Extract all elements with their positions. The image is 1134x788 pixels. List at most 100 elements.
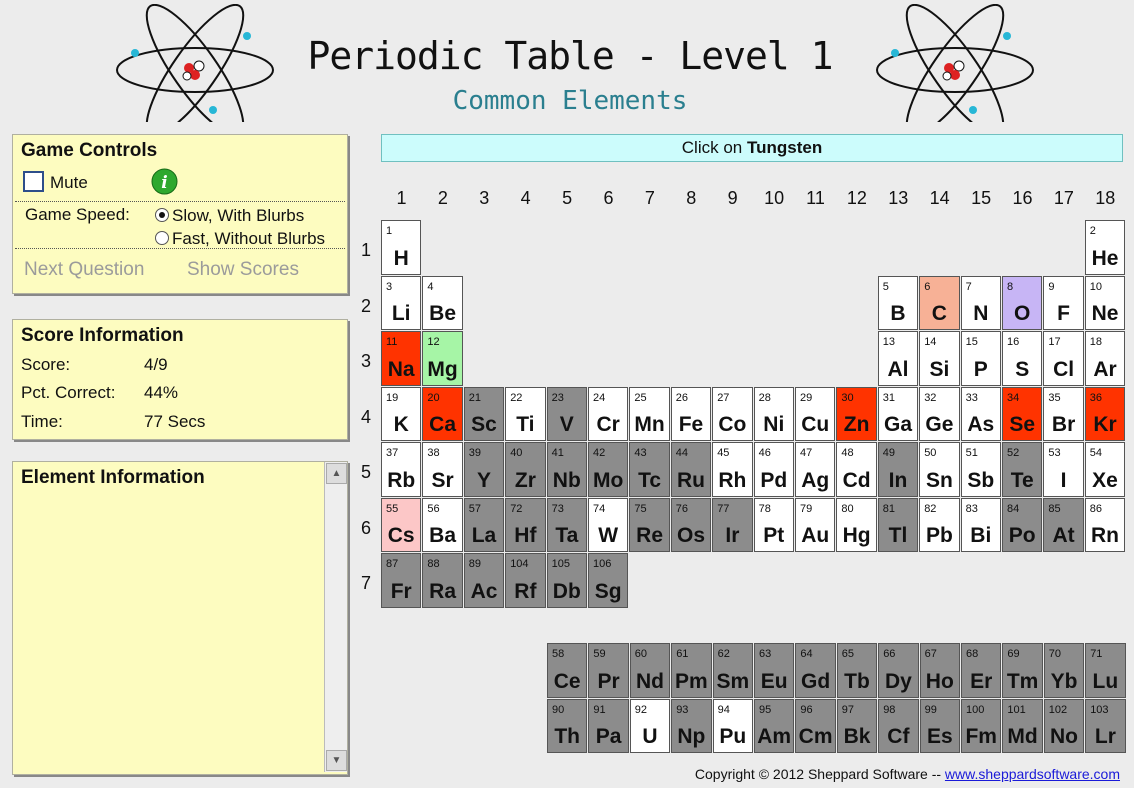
site-link[interactable]: www.sheppardsoftware.com [945,766,1120,782]
element-cell-po[interactable]: 84 Po [1002,497,1043,552]
element-cell-dy[interactable]: 66 Dy [878,643,919,698]
element-cell-ce[interactable]: 58 Ce [547,643,588,698]
element-cell-eu[interactable]: 63 Eu [754,643,795,698]
element-cell-cu[interactable]: 29 Cu [795,386,836,441]
element-cell-si[interactable]: 14 Si [919,331,960,386]
element-cell-cf[interactable]: 98 Cf [878,698,919,753]
element-cell-h[interactable]: 1H [381,220,422,275]
element-cell-pr[interactable]: 59 Pr [588,643,629,698]
scroll-down-icon[interactable]: ▼ [326,750,347,771]
show-scores-button[interactable]: Show Scores [187,259,299,281]
element-cell-ac[interactable]: 89 Ac [463,553,505,608]
element-cell-lr[interactable]: 103 Lr [1085,698,1126,753]
element-cell-be[interactable]: 4 Be [422,275,463,330]
next-question-button[interactable]: Next Question [24,259,144,281]
element-cell-sn[interactable]: 50 Sn [919,442,960,497]
element-cell-hg[interactable]: 80 Hg [836,497,877,552]
element-cell-fr[interactable]: 87 Fr [381,553,422,608]
element-cell-co[interactable]: 27 Co [712,386,753,441]
element-cell-rf[interactable]: 104 Rf [505,553,546,608]
element-cell-sg[interactable]: 106 Sg [588,553,629,608]
element-cell-ba[interactable]: 56 Ba [422,497,463,552]
element-cell-mo[interactable]: 42 Mo [588,442,629,497]
element-cell-ta[interactable]: 73 Ta [546,497,587,552]
element-cell-pu[interactable]: 94 Pu [712,698,753,753]
element-cell-sc[interactable]: 21 Sc [463,386,505,441]
element-cell-ag[interactable]: 47 Ag [795,442,836,497]
element-cell-cs[interactable]: 55 Cs [381,497,422,552]
element-cell-at[interactable]: 85 At [1043,497,1084,552]
info-icon[interactable]: i [151,168,178,195]
element-cell-ra[interactable]: 88 Ra [422,553,463,608]
element-cell-es[interactable]: 99 Es [919,698,960,753]
element-cell-er[interactable]: 68 Er [961,643,1002,698]
element-cell-ti[interactable]: 22 Ti [505,386,546,441]
element-cell-fm[interactable]: 100 Fm [961,698,1002,753]
element-cell-v[interactable]: 23 V [546,386,587,441]
element-cell-cl[interactable]: 17 Cl [1043,331,1084,386]
element-cell-in[interactable]: 49 In [877,442,919,497]
element-cell-nd[interactable]: 60 Nd [629,643,671,698]
element-cell-pt[interactable]: 78 Pt [753,497,794,552]
element-cell-sb[interactable]: 51 Sb [960,442,1001,497]
speed-slow-label[interactable]: Slow, With Blurbs [172,206,304,226]
scroll-up-icon[interactable]: ▲ [326,463,347,484]
element-cell-zr[interactable]: 40 Zr [505,442,546,497]
element-cell-pa[interactable]: 91 Pa [588,698,629,753]
element-cell-ca[interactable]: 20 Ca [422,386,463,441]
element-info-scrollbar[interactable]: ▲ ▼ [324,462,347,772]
element-cell-zn[interactable]: 30 Zn [836,386,877,441]
element-cell-no[interactable]: 102 No [1043,698,1085,753]
element-cell-pb[interactable]: 82 Pb [919,497,960,552]
element-cell-kr[interactable]: 36 Kr [1084,386,1126,441]
element-cell-tm[interactable]: 69 Tm [1002,643,1043,698]
element-cell-au[interactable]: 79 Au [795,497,836,552]
element-cell-f[interactable]: 9F [1043,275,1084,330]
element-cell-pm[interactable]: 61 Pm [671,643,712,698]
element-cell-hf[interactable]: 72 Hf [505,497,546,552]
element-cell-sr[interactable]: 38 Sr [422,442,463,497]
element-cell-ge[interactable]: 32 Ge [919,386,960,441]
element-cell-xe[interactable]: 54 Xe [1084,442,1126,497]
speed-slow-radio[interactable] [155,208,169,222]
element-cell-np[interactable]: 93 Np [671,698,712,753]
element-cell-as[interactable]: 33 As [960,386,1001,441]
element-cell-mn[interactable]: 25 Mn [629,386,670,441]
element-cell-sm[interactable]: 62 Sm [712,643,753,698]
element-cell-tc[interactable]: 43 Tc [629,442,670,497]
element-cell-n[interactable]: 7N [960,275,1001,330]
element-cell-bk[interactable]: 97 Bk [836,698,878,753]
element-cell-tl[interactable]: 81 Tl [877,497,919,552]
element-cell-se[interactable]: 34 Se [1002,386,1043,441]
element-cell-s[interactable]: 16 S [1002,331,1043,386]
element-cell-o[interactable]: 8O [1002,275,1043,330]
element-cell-b[interactable]: 5B [877,275,919,330]
element-cell-i[interactable]: 53 I [1043,442,1084,497]
element-cell-ru[interactable]: 44 Ru [670,442,712,497]
element-cell-y[interactable]: 39 Y [463,442,505,497]
element-cell-mg[interactable]: 12 Mg [422,331,463,386]
element-cell-rh[interactable]: 45 Rh [712,442,753,497]
element-cell-cr[interactable]: 24 Cr [588,386,629,441]
element-cell-al[interactable]: 13 Al [877,331,919,386]
element-cell-pd[interactable]: 46 Pd [753,442,794,497]
element-cell-he[interactable]: 2 He [1084,220,1126,275]
element-cell-br[interactable]: 35 Br [1043,386,1084,441]
element-cell-ga[interactable]: 31 Ga [877,386,919,441]
element-cell-li[interactable]: 3 Li [381,275,422,330]
element-cell-md[interactable]: 101 Md [1002,698,1043,753]
element-cell-na[interactable]: 11 Na [381,331,422,386]
element-cell-la[interactable]: 57 La [463,497,505,552]
element-cell-yb[interactable]: 70 Yb [1043,643,1085,698]
element-cell-re[interactable]: 75 Re [629,497,670,552]
element-cell-ni[interactable]: 28 Ni [753,386,794,441]
element-cell-ne[interactable]: 10 Ne [1084,275,1126,330]
element-cell-gd[interactable]: 64 Gd [795,643,836,698]
element-cell-cd[interactable]: 48 Cd [836,442,877,497]
element-cell-bi[interactable]: 83 Bi [960,497,1001,552]
element-cell-w[interactable]: 74 W [588,497,629,552]
element-cell-ho[interactable]: 67 Ho [919,643,960,698]
mute-checkbox[interactable] [23,171,44,192]
element-cell-te[interactable]: 52 Te [1002,442,1043,497]
element-cell-db[interactable]: 105 Db [546,553,587,608]
